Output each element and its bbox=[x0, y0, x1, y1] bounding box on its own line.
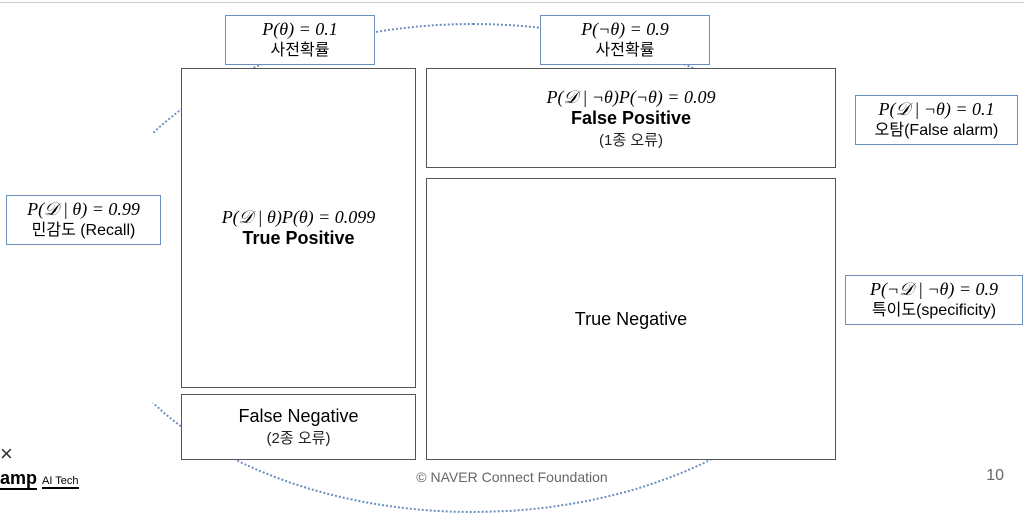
tn-name: True Negative bbox=[575, 309, 687, 330]
fn-sub: (2종 오류) bbox=[267, 427, 331, 448]
tp-name: True Positive bbox=[242, 228, 354, 249]
sensitivity-kr: 민감도 (Recall) bbox=[15, 221, 152, 240]
false-alarm-kr: 오탐(False alarm) bbox=[864, 121, 1009, 140]
prior-theta-kr: 사전확률 bbox=[234, 41, 366, 60]
cell-false-positive: P(𝒟 | ¬θ)P(¬θ) = 0.09 False Positive (1종… bbox=[426, 68, 836, 168]
label-prior-theta: P(θ) = 0.1 사전확률 bbox=[225, 15, 375, 65]
specificity-kr: 특이도(specificity) bbox=[854, 301, 1014, 320]
cell-true-negative: True Negative bbox=[426, 178, 836, 460]
prior-nottheta-formula: P(¬θ) = 0.9 bbox=[549, 19, 701, 41]
label-sensitivity: P(𝒟 | θ) = 0.99 민감도 (Recall) bbox=[6, 195, 161, 245]
fp-name: False Positive bbox=[571, 108, 691, 129]
fn-name: False Negative bbox=[238, 406, 358, 427]
label-specificity: P(¬𝒟 | ¬θ) = 0.9 특이도(specificity) bbox=[845, 275, 1023, 325]
close-icon: × bbox=[0, 441, 13, 467]
sensitivity-formula: P(𝒟 | θ) = 0.99 bbox=[15, 199, 152, 221]
fp-formula: P(𝒟 | ¬θ)P(¬θ) = 0.09 bbox=[547, 87, 716, 108]
page-number: 10 bbox=[986, 467, 1004, 485]
cell-false-negative: False Negative (2종 오류) bbox=[181, 394, 416, 460]
cell-true-positive: P(𝒟 | θ)P(θ) = 0.099 True Positive bbox=[181, 68, 416, 388]
brand-sub: AI Tech bbox=[42, 475, 79, 489]
brand-logo: amp AI Tech bbox=[0, 468, 79, 489]
false-alarm-formula: P(𝒟 | ¬θ) = 0.1 bbox=[864, 99, 1009, 121]
specificity-formula: P(¬𝒟 | ¬θ) = 0.9 bbox=[854, 279, 1014, 301]
label-prior-nottheta: P(¬θ) = 0.9 사전확률 bbox=[540, 15, 710, 65]
prior-theta-formula: P(θ) = 0.1 bbox=[234, 19, 366, 41]
prior-nottheta-kr: 사전확률 bbox=[549, 41, 701, 60]
copyright-text: © NAVER Connect Foundation bbox=[416, 469, 607, 485]
fp-sub: (1종 오류) bbox=[599, 129, 663, 150]
brand-main: amp bbox=[0, 468, 37, 490]
tp-formula: P(𝒟 | θ)P(θ) = 0.099 bbox=[222, 207, 376, 228]
label-false-alarm: P(𝒟 | ¬θ) = 0.1 오탐(False alarm) bbox=[855, 95, 1018, 145]
